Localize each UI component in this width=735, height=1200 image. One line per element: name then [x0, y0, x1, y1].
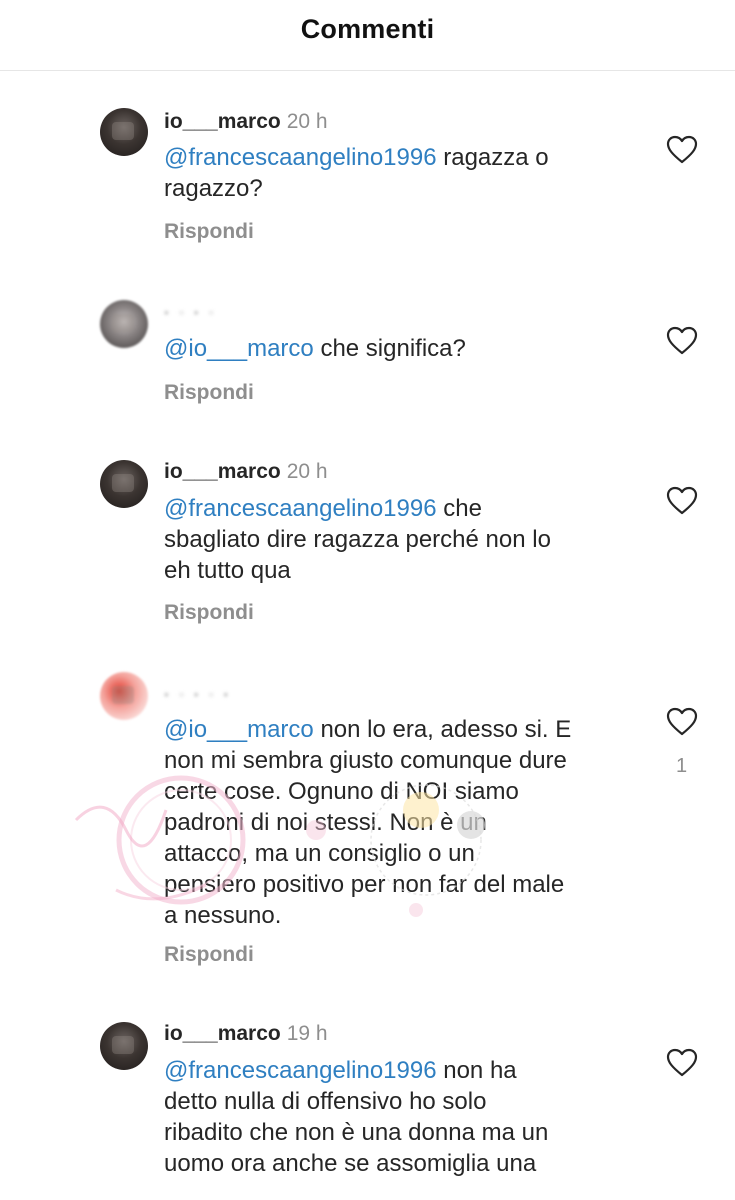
comment-meta: io___marco 20 h — [164, 460, 328, 484]
comment-meta: io___marco 19 h — [164, 1022, 328, 1046]
comment-text: @io___marco non lo era, adesso si. E non… — [164, 716, 572, 929]
avatar[interactable] — [100, 460, 148, 508]
like-button[interactable] — [666, 486, 698, 516]
heart-outline-icon — [666, 486, 698, 515]
avatar[interactable] — [100, 300, 148, 348]
reply-button[interactable]: Rispondi — [164, 220, 254, 244]
heart-outline-icon — [666, 326, 698, 355]
like-count[interactable]: 1 — [676, 755, 687, 778]
comment-meta: io___marco 20 h — [164, 110, 328, 134]
page-title: Commenti — [300, 13, 435, 44]
like-button[interactable] — [666, 707, 698, 737]
reply-button[interactable]: Rispondi — [164, 943, 254, 967]
heart-outline-icon — [666, 1048, 698, 1077]
header-bar: Commenti — [0, 0, 735, 71]
timestamp: 20 h — [286, 110, 328, 133]
mention-link[interactable]: @io___marco — [164, 335, 314, 362]
mention-link[interactable]: @francescaangelino1996 — [164, 144, 437, 171]
like-button[interactable] — [666, 135, 698, 165]
mention-link[interactable]: @francescaangelino1996 — [164, 495, 437, 522]
heart-outline-icon — [666, 135, 698, 164]
heart-outline-icon — [666, 707, 698, 736]
redacted-username: ▪ ▫ ▪ ▫ — [164, 304, 217, 320]
reply-button[interactable]: Rispondi — [164, 381, 254, 405]
mention-link[interactable]: @francescaangelino1996 — [164, 1057, 437, 1084]
comment-text: @francescaangelino1996 ragazza o ragazzo… — [164, 144, 549, 202]
avatar[interactable] — [100, 1022, 148, 1070]
comment-text: @francescaangelino1996 che sbagliato dir… — [164, 495, 551, 584]
avatar[interactable] — [100, 672, 148, 720]
like-button[interactable] — [666, 326, 698, 356]
mention-link[interactable]: @io___marco — [164, 716, 314, 743]
reply-button[interactable]: Rispondi — [164, 601, 254, 625]
comment-text: @francescaangelino1996 non ha detto null… — [164, 1057, 549, 1177]
username[interactable]: io___marco — [164, 110, 281, 133]
comment-text: @io___marco che significa? — [164, 335, 466, 362]
username[interactable]: io___marco — [164, 1022, 281, 1045]
like-button[interactable] — [666, 1048, 698, 1078]
redacted-username: ▪ ▫ ▪ ▫ ▪ — [164, 686, 232, 702]
avatar[interactable] — [100, 108, 148, 156]
timestamp: 20 h — [286, 460, 328, 483]
username[interactable]: io___marco — [164, 460, 281, 483]
timestamp: 19 h — [286, 1022, 328, 1045]
